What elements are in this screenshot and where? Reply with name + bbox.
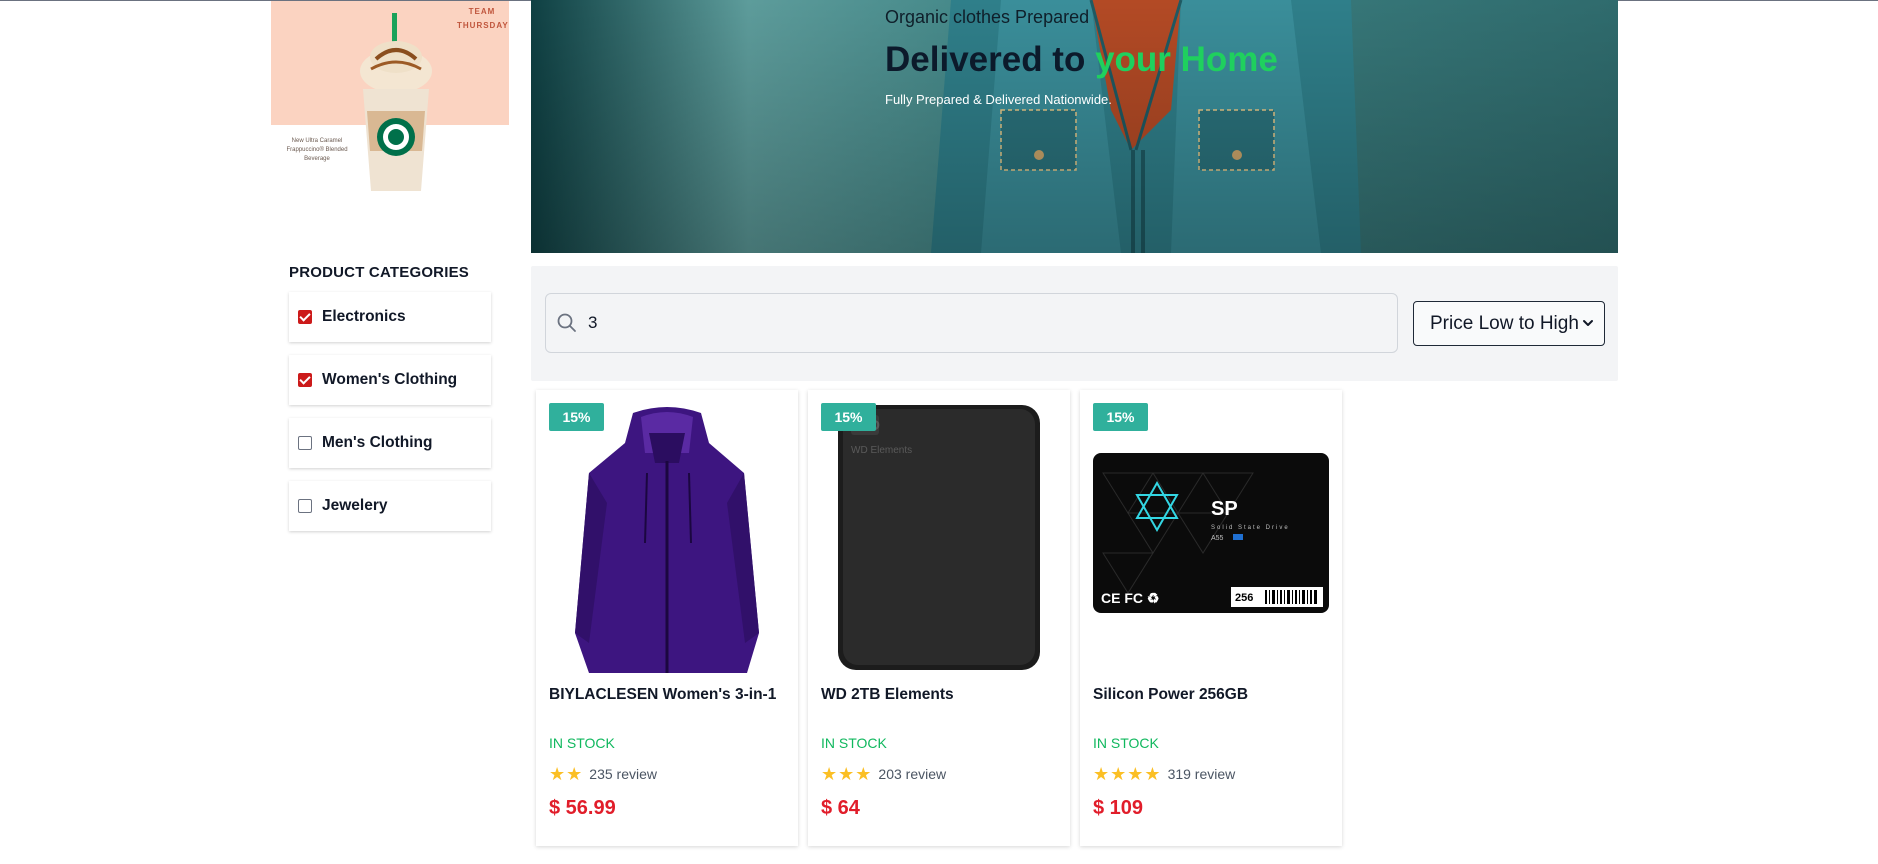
star-icon: ★ [1144, 764, 1161, 784]
review-count: 203 review [878, 766, 947, 782]
product-rating: ★ ★ ★ ★ 319 review [1093, 765, 1235, 783]
product-card[interactable]: WD WD Elements 15% WD 2TB Elements IN ST… [808, 390, 1070, 846]
product-price: $ 56.99 [549, 797, 616, 819]
svg-text:CE FC ♻: CE FC ♻ [1101, 590, 1159, 606]
discount-badge: 15% [1093, 403, 1148, 431]
product-price: $ 64 [821, 797, 860, 819]
star-icon: ★ [549, 764, 566, 784]
search-icon [557, 313, 576, 332]
promo-team-line2: THURSDAY [457, 21, 509, 30]
jewelery-checkbox[interactable] [298, 499, 312, 513]
star-icon: ★ [1093, 764, 1110, 784]
hero-subtitle: Organic clothes Prepared [885, 7, 1090, 27]
category-label: Jewelery [322, 497, 388, 514]
product-rating: ★ ★ ★ 203 review [821, 765, 946, 783]
star-icon: ★ [1127, 764, 1144, 784]
product-image-jacket[interactable] [549, 403, 785, 673]
promo-banner[interactable]: TEAM THURSDAY New Ultra Caramel Frappucc… [271, 1, 509, 201]
electronics-checkbox[interactable] [298, 310, 312, 324]
sort-select[interactable]: Price Low to High [1413, 301, 1605, 346]
stock-status: IN STOCK [821, 735, 887, 751]
hero-banner: Organic clothes Prepared Delivered to yo… [531, 0, 1618, 253]
womens-clothing-checkbox[interactable] [298, 373, 312, 387]
product-image-hard-drive[interactable]: WD WD Elements [821, 403, 1057, 673]
promo-team-line1: TEAM [468, 7, 496, 16]
search-input[interactable]: 3 [545, 293, 1398, 353]
category-jewelery[interactable]: Jewelery [289, 481, 491, 531]
hero-title: Delivered to your Home [885, 40, 1278, 80]
product-card[interactable]: SP Solid State Drive A55 CE FC ♻ 256 15%… [1080, 390, 1342, 846]
chevron-down-icon [1583, 320, 1593, 326]
category-label: Electronics [322, 308, 406, 325]
product-price: $ 109 [1093, 797, 1144, 819]
star-icon: ★ [838, 764, 855, 784]
star-icon: ★ [821, 764, 838, 784]
sort-selected-value: Price Low to High [1430, 312, 1579, 334]
frappuccino-image [360, 13, 432, 191]
category-womens-clothing[interactable]: Women's Clothing [289, 355, 491, 405]
discount-badge: 15% [821, 403, 876, 431]
filter-toolbar: 3 Price Low to High [531, 266, 1618, 381]
stock-status: IN STOCK [1093, 735, 1159, 751]
ssd-capacity-text: 256 [1235, 592, 1253, 604]
ssd-model-text: A55 [1211, 535, 1224, 542]
review-count: 235 review [589, 766, 657, 782]
search-value[interactable]: 3 [588, 313, 597, 333]
promo-caption: New Ultra Caramel Frappuccino® Blended B… [286, 138, 348, 162]
category-electronics[interactable]: Electronics [289, 292, 491, 342]
star-icon: ★ [566, 764, 583, 784]
discount-badge: 15% [549, 403, 604, 431]
product-rating: ★ ★ 235 review [549, 765, 657, 783]
product-image-ssd[interactable]: SP Solid State Drive A55 CE FC ♻ 256 [1093, 403, 1329, 673]
ssd-line-text: Solid State Drive [1211, 525, 1290, 531]
category-label: Women's Clothing [322, 371, 458, 388]
review-count: 319 review [1167, 766, 1236, 782]
stock-status: IN STOCK [549, 735, 615, 751]
ssd-brand-text: SP [1211, 498, 1238, 520]
product-name[interactable]: WD 2TB Elements [821, 686, 954, 704]
hero-note: Fully Prepared & Delivered Nationwide. [885, 92, 1112, 107]
hero-title-main: Delivered to [885, 40, 1096, 79]
category-mens-clothing[interactable]: Men's Clothing [289, 418, 491, 468]
denim-jacket-image [531, 0, 1618, 253]
mens-clothing-checkbox[interactable] [298, 436, 312, 450]
star-icon: ★ [1110, 764, 1127, 784]
drive-label: WD Elements [851, 445, 912, 456]
categories-title: PRODUCT CATEGORIES [289, 264, 469, 281]
product-name[interactable]: BIYLACLESEN Women's 3-in-1 [549, 686, 776, 704]
promo-team-text: TEAM THURSDAY [457, 5, 509, 33]
product-card[interactable]: 15% BIYLACLESEN Women's 3-in-1 IN STOCK … [536, 390, 798, 846]
product-name[interactable]: Silicon Power 256GB [1093, 686, 1248, 704]
hero-title-accent: your Home [1095, 40, 1278, 79]
category-label: Men's Clothing [322, 434, 433, 451]
star-icon: ★ [855, 764, 872, 784]
